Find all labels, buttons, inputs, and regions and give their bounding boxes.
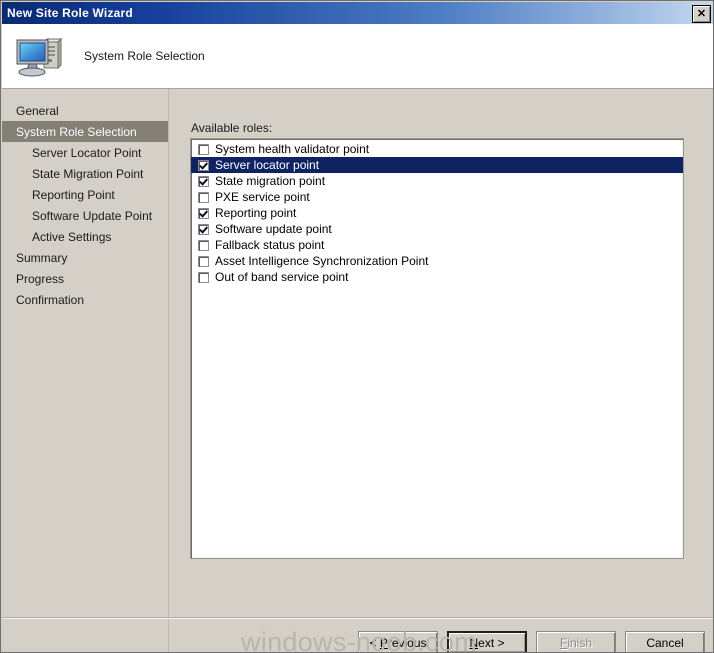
sidebar-item-summary[interactable]: Summary <box>2 247 168 268</box>
role-checkbox[interactable] <box>198 271 209 283</box>
sidebar-item-server-locator-point[interactable]: Server Locator Point <box>2 142 168 163</box>
role-label: System health validator point <box>215 142 370 156</box>
sidebar-item-general[interactable]: General <box>2 100 168 121</box>
role-label: Reporting point <box>215 206 297 220</box>
wizard-body: General System Role Selection Server Locat… <box>2 89 713 652</box>
role-checkbox[interactable] <box>198 239 209 251</box>
title-bar: New Site Role Wizard ✕ <box>2 2 713 24</box>
role-row[interactable]: Software update point <box>191 221 683 237</box>
window-title: New Site Role Wizard <box>7 6 133 20</box>
new-site-role-wizard-window: New Site Role Wizard ✕ System Role Selec… <box>0 0 714 653</box>
sidebar-item-reporting-point[interactable]: Reporting Point <box>2 184 168 205</box>
sidebar-item-state-migration-point[interactable]: State Migration Point <box>2 163 168 184</box>
role-label: State migration point <box>215 174 326 188</box>
role-checkbox[interactable] <box>198 255 209 267</box>
computer-icon <box>16 37 62 77</box>
sidebar-item-confirmation[interactable]: Confirmation <box>2 289 168 310</box>
sidebar-item-progress[interactable]: Progress <box>2 268 168 289</box>
sidebar-item-label: Confirmation <box>16 292 85 307</box>
sidebar-item-label: Progress <box>16 271 65 286</box>
role-row[interactable]: Server locator point <box>191 157 683 173</box>
sidebar-item-label: State Migration Point <box>32 166 144 181</box>
sidebar-item-label: Server Locator Point <box>32 145 142 160</box>
role-row[interactable]: Reporting point <box>191 205 683 221</box>
role-row[interactable]: System health validator point <box>191 141 683 157</box>
role-checkbox[interactable] <box>198 223 209 235</box>
role-row[interactable]: Fallback status point <box>191 237 683 253</box>
wizard-steps-sidebar: General System Role Selection Server Locat… <box>2 89 169 652</box>
role-checkbox[interactable] <box>198 143 209 155</box>
finish-button: Finish <box>536 631 616 652</box>
sidebar-item-label: Summary <box>16 250 68 265</box>
sidebar-item-label: Software Update Point <box>32 208 153 223</box>
role-row[interactable]: Asset Intelligence Synchronization Point <box>191 253 683 269</box>
role-label: PXE service point <box>215 190 310 204</box>
close-icon[interactable]: ✕ <box>692 5 711 23</box>
role-row[interactable]: State migration point <box>191 173 683 189</box>
sidebar-item-active-settings[interactable]: Active Settings <box>2 226 168 247</box>
sidebar-item-label: Active Settings <box>32 229 112 244</box>
role-checkbox[interactable] <box>198 159 209 171</box>
previous-button[interactable]: < Previous <box>358 631 438 652</box>
role-label: Out of band service point <box>215 270 349 284</box>
role-checkbox[interactable] <box>198 207 209 219</box>
role-label: Fallback status point <box>215 238 325 252</box>
wizard-header: System Role Selection <box>2 24 713 89</box>
content-pane: Available roles: System health validator… <box>169 89 713 652</box>
page-title: System Role Selection <box>84 49 205 63</box>
sidebar-item-label: General <box>16 103 59 118</box>
role-row[interactable]: Out of band service point <box>191 269 683 285</box>
step-list: General System Role Selection Server Locat… <box>2 89 168 310</box>
role-label: Server locator point <box>215 158 320 172</box>
footer-divider <box>2 617 713 619</box>
role-label: Asset Intelligence Synchronization Point <box>215 254 429 268</box>
role-label: Software update point <box>215 222 332 236</box>
available-roles-listbox[interactable]: System health validator point Server loca… <box>190 138 684 559</box>
role-checkbox[interactable] <box>198 175 209 187</box>
next-button[interactable]: Next > <box>447 631 527 652</box>
wizard-button-row: < Previous Next > Finish Cancel <box>358 631 705 652</box>
sidebar-item-software-update-point[interactable]: Software Update Point <box>2 205 168 226</box>
sidebar-item-label: System Role Selection <box>16 124 137 139</box>
sidebar-item-system-role-selection[interactable]: System Role Selection <box>2 121 168 142</box>
role-checkbox[interactable] <box>198 191 209 203</box>
available-roles-label: Available roles: <box>191 121 273 135</box>
cancel-button[interactable]: Cancel <box>625 631 705 652</box>
sidebar-item-label: Reporting Point <box>32 187 115 202</box>
role-row[interactable]: PXE service point <box>191 189 683 205</box>
